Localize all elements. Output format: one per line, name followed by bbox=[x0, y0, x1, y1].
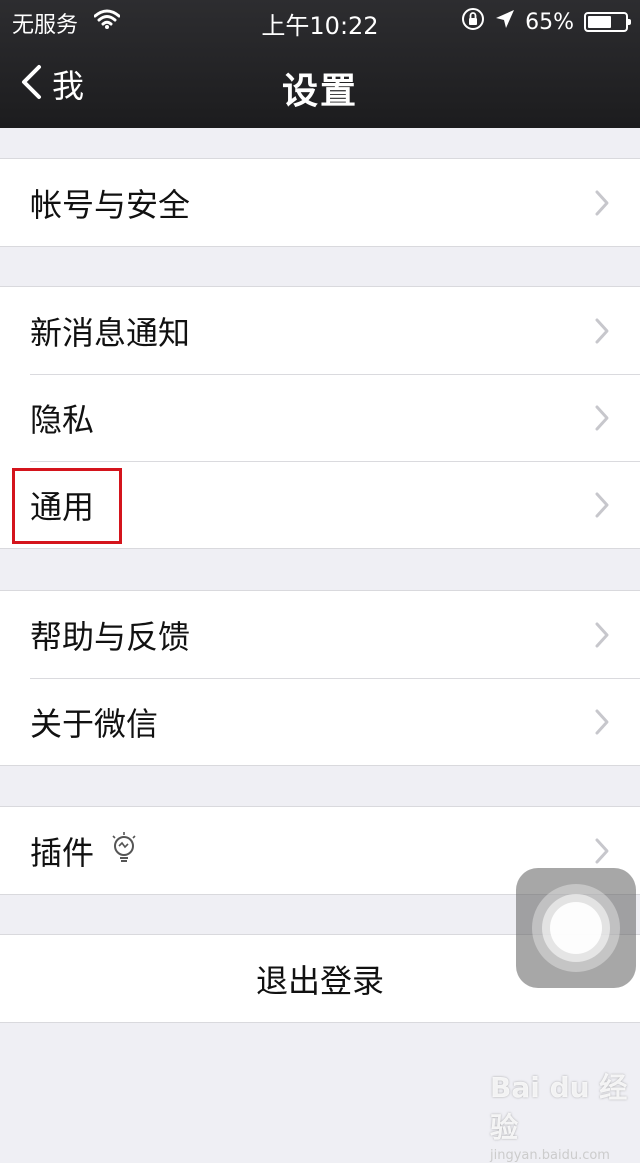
page-title: 设置 bbox=[281, 71, 358, 112]
chevron-right-icon bbox=[594, 317, 610, 349]
settings-item-help-feedback[interactable]: 帮助与反馈 bbox=[0, 591, 640, 678]
chevron-right-icon bbox=[594, 491, 610, 523]
settings-item-account-security[interactable]: 帐号与安全 bbox=[0, 159, 640, 246]
chevron-right-icon bbox=[594, 837, 610, 869]
assistive-touch-ring-inner bbox=[550, 902, 602, 954]
settings-item-new-message-notification[interactable]: 新消息通知 bbox=[0, 287, 640, 374]
settings-item-label: 关于微信 bbox=[30, 704, 159, 743]
status-right: 65% bbox=[461, 7, 631, 37]
lightbulb-icon bbox=[110, 831, 138, 871]
chevron-right-icon bbox=[594, 708, 610, 740]
status-bar: 无服务 上午10:22 65% bbox=[0, 0, 640, 40]
baidu-jingyan-watermark: Bai du 经验 jingyan.baidu.com bbox=[490, 1066, 630, 1163]
settings-item-about-wechat[interactable]: 关于微信 bbox=[0, 678, 640, 765]
settings-item-general[interactable]: 通用 bbox=[0, 461, 640, 548]
settings-group-account: 帐号与安全 bbox=[0, 158, 640, 247]
chevron-right-icon bbox=[594, 189, 610, 221]
battery-percent: 65% bbox=[525, 9, 574, 35]
settings-item-label: 新消息通知 bbox=[30, 313, 191, 352]
chevron-right-icon bbox=[594, 621, 610, 653]
navigation-bar: 我 设置 bbox=[0, 40, 640, 128]
chevron-right-icon bbox=[594, 404, 610, 436]
settings-item-label: 帮助与反馈 bbox=[30, 617, 191, 656]
watermark-brand: Bai du 经验 bbox=[490, 1071, 628, 1144]
assistive-touch-ring-middle bbox=[542, 894, 610, 962]
assistive-touch-ring-outer bbox=[532, 884, 620, 972]
settings-group-preferences: 新消息通知 隐私 通用 bbox=[0, 286, 640, 549]
settings-group-about: 帮助与反馈 关于微信 bbox=[0, 590, 640, 766]
watermark-url: jingyan.baidu.com bbox=[490, 1148, 610, 1163]
assistive-touch-button[interactable] bbox=[516, 868, 636, 988]
logout-label: 退出登录 bbox=[255, 961, 384, 1000]
orientation-lock-icon bbox=[461, 7, 485, 37]
settings-item-label: 插件 bbox=[30, 833, 95, 872]
settings-item-label: 帐号与安全 bbox=[30, 185, 191, 224]
battery-icon bbox=[584, 12, 631, 32]
settings-item-label: 通用 bbox=[30, 487, 95, 526]
settings-item-privacy[interactable]: 隐私 bbox=[0, 374, 640, 461]
settings-item-label: 隐私 bbox=[30, 400, 95, 439]
settings-item-label-wrap: 插件 bbox=[30, 828, 138, 874]
top-bar: 无服务 上午10:22 65% 我 设置 bbox=[0, 0, 640, 128]
location-arrow-icon bbox=[495, 9, 515, 35]
